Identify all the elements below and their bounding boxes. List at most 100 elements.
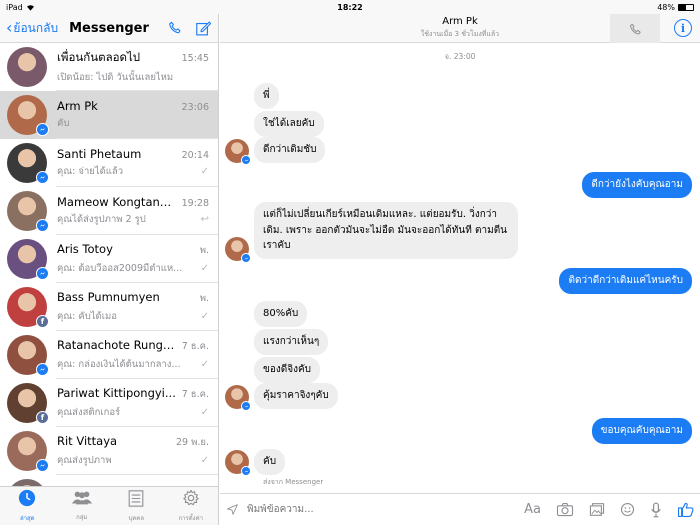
messenger-badge-icon bbox=[36, 459, 49, 472]
conversation-row[interactable]: f Bass Pumnumyen พ. คุณ: คับได้เมอ ✓ bbox=[0, 283, 218, 331]
conversation-time: 23:06 bbox=[181, 102, 209, 113]
back-button[interactable]: ‹ ย้อนกลับ bbox=[6, 19, 58, 38]
date-separator: จ. 23:00 bbox=[444, 52, 476, 61]
incoming-message[interactable]: แต่ก็ไม่เปลี่ยนเกียร์เหมือนเดิมแหละ. แต่… bbox=[254, 202, 518, 259]
incoming-message[interactable]: แรงกว่าเห็นๆ bbox=[254, 329, 329, 355]
outgoing-message[interactable]: ดีกว่ายังไงคับคุณอาม bbox=[582, 172, 692, 198]
conversation-preview: เปิดน้อย: ไปดิ วันนั้นเลยไหม bbox=[57, 72, 174, 83]
avatar-image bbox=[7, 479, 47, 486]
tab-label: การตั้งค่า bbox=[178, 515, 203, 522]
conversation-time: พ. bbox=[199, 293, 209, 304]
facebook-badge-icon: f bbox=[36, 411, 49, 424]
tab-gear[interactable]: การตั้งค่า bbox=[164, 487, 219, 525]
read-status-icon: ✓ bbox=[200, 311, 209, 322]
phone-icon[interactable] bbox=[167, 20, 183, 36]
incoming-message[interactable]: ดีกว่าเดิมชับ bbox=[254, 137, 326, 163]
conversation-row[interactable]: Bee Beebee bbox=[0, 475, 218, 486]
messenger-badge-icon bbox=[36, 171, 49, 184]
conversation-row[interactable]: Mameow Kongtana... 19:28 คุณได้ส่งรูปภาพ… bbox=[0, 187, 218, 235]
info-icon: i bbox=[680, 21, 686, 35]
conversation-row[interactable]: f Pariwat Kittipongyi... 7 ธ.ค. คุณส่งสต… bbox=[0, 379, 218, 427]
font-toggle-button[interactable]: Aa bbox=[524, 502, 541, 517]
thumbs-up-icon[interactable] bbox=[677, 501, 694, 518]
conversation-preview: คุณ: ต้อบวีออส2009มีตำแห... bbox=[57, 263, 183, 274]
conversation-time: 15:45 bbox=[181, 53, 209, 64]
messenger-badge-icon bbox=[241, 253, 251, 263]
read-status-icon: ✓ bbox=[200, 263, 209, 274]
chat-header: Arm Pk ใช้งานเมื่อ 3 ชั่วโมงที่แล้ว i bbox=[220, 0, 700, 43]
avatar bbox=[7, 47, 47, 87]
read-status-icon: ✓ bbox=[200, 359, 209, 370]
outgoing-message[interactable]: ติดว่าดีกว่าเดิมแค่ไหนครับ bbox=[559, 268, 692, 294]
messenger-badge-icon bbox=[36, 219, 49, 232]
sender-avatar[interactable] bbox=[225, 450, 251, 476]
messenger-badge-icon bbox=[241, 466, 251, 476]
conversation-time: พ. bbox=[199, 245, 209, 256]
read-status-icon: ✓ bbox=[200, 455, 209, 466]
conversation-time: 7 ธ.ค. bbox=[181, 389, 209, 400]
avatar: f bbox=[7, 287, 49, 328]
back-label: ย้อนกลับ bbox=[13, 20, 59, 35]
battery-icon bbox=[678, 3, 694, 11]
conversation-name: เพื่อนกันตลอดไป bbox=[57, 50, 141, 64]
conversation-name: Pariwat Kittipongyi... bbox=[57, 386, 176, 400]
camera-icon[interactable] bbox=[556, 502, 574, 517]
info-button[interactable]: i bbox=[674, 19, 692, 37]
conversation-row[interactable]: Arm Pk 23:06 คับ bbox=[0, 91, 218, 139]
tab-people[interactable]: กลุ่ม bbox=[55, 487, 110, 525]
people-icon bbox=[71, 490, 93, 510]
incoming-message[interactable]: ใช่ได้เลยคับ bbox=[254, 111, 324, 137]
sender-avatar[interactable] bbox=[225, 139, 251, 165]
conversation-row[interactable]: Rit Vittaya 29 พ.ย. คุณส่งรูปภาพ ✓ bbox=[0, 427, 218, 475]
tab-label: ล่าสุด bbox=[19, 515, 35, 522]
conversation-name: Aris Totoy bbox=[57, 242, 113, 256]
messenger-badge-icon bbox=[36, 267, 49, 280]
clock-icon bbox=[18, 489, 36, 511]
chevron-left-icon: ‹ bbox=[6, 18, 13, 37]
conversation-preview: คุณส่งสติกเกอร์ bbox=[57, 407, 121, 418]
conversation-name: Arm Pk bbox=[57, 99, 98, 113]
conversation-row[interactable]: เพื่อนกันตลอดไป 15:45 เปิดน้อย: ไปดิ วัน… bbox=[0, 43, 218, 91]
compose-icon[interactable] bbox=[195, 20, 212, 37]
facebook-badge-icon: f bbox=[36, 315, 49, 328]
sticker-icon[interactable] bbox=[620, 502, 635, 517]
incoming-message[interactable]: คุ้มราคาจิงๆคับ bbox=[254, 383, 338, 409]
incoming-message[interactable]: พี่ bbox=[254, 83, 279, 109]
conversation-preview: คับ bbox=[57, 118, 70, 129]
clock-time: 18:22 bbox=[337, 2, 363, 12]
conversation-row[interactable]: Aris Totoy พ. คุณ: ต้อบวีออส2009มีตำแห..… bbox=[0, 235, 218, 283]
conversation-time: 19:28 bbox=[181, 198, 209, 209]
sender-avatar[interactable] bbox=[225, 237, 251, 263]
messenger-badge-icon bbox=[241, 155, 251, 165]
tab-clock[interactable]: ล่าสุด bbox=[0, 487, 55, 525]
composer-bar: Aa bbox=[220, 493, 700, 525]
avatar bbox=[7, 239, 49, 280]
tab-list[interactable]: บุคคล bbox=[109, 487, 164, 525]
conversation-row[interactable]: Ratanachote Rungv... 7 ธ.ค. คุณ: กล่องเง… bbox=[0, 331, 218, 379]
incoming-message[interactable]: คับ bbox=[254, 449, 286, 475]
microphone-icon[interactable] bbox=[650, 502, 662, 518]
conversation-name: Ratanachote Rungv... bbox=[57, 338, 178, 352]
outgoing-message[interactable]: ขอบคุณคับคุณอาม bbox=[591, 418, 692, 444]
conversation-name: Bass Pumnumyen bbox=[57, 290, 160, 304]
conversation-row[interactable]: Santi Phetaum 20:14 คุณ: จ่ายได้แล้ว ✓ bbox=[0, 139, 218, 187]
gear-icon bbox=[182, 489, 200, 511]
incoming-message[interactable]: 80%คับ bbox=[254, 301, 308, 327]
message-input[interactable] bbox=[247, 504, 477, 515]
avatar: f bbox=[7, 383, 49, 424]
photo-gallery-icon[interactable] bbox=[589, 502, 605, 517]
avatar-image bbox=[7, 47, 47, 87]
sender-avatar[interactable] bbox=[225, 385, 251, 411]
sidebar-nav-bar: ‹ ย้อนกลับ Messenger bbox=[0, 14, 218, 43]
avatar bbox=[7, 95, 49, 136]
sent-from-label: ส่งจาก Messenger bbox=[263, 478, 324, 486]
read-status-icon: ✓ bbox=[200, 166, 209, 177]
avatar bbox=[7, 143, 49, 184]
tab-bar: ล่าสุด กลุ่ม บุคคล การตั้งค่า bbox=[0, 486, 218, 525]
conversation-preview: คุณ: กล่องเงินได้ต้นมากลาง... bbox=[57, 359, 181, 370]
incoming-message[interactable]: ของดีจิงคับ bbox=[254, 357, 320, 383]
conversation-preview: คุณ: จ่ายได้แล้ว bbox=[57, 166, 124, 177]
location-arrow-icon[interactable] bbox=[226, 503, 239, 516]
avatar bbox=[7, 335, 49, 376]
phone-icon bbox=[629, 23, 641, 35]
